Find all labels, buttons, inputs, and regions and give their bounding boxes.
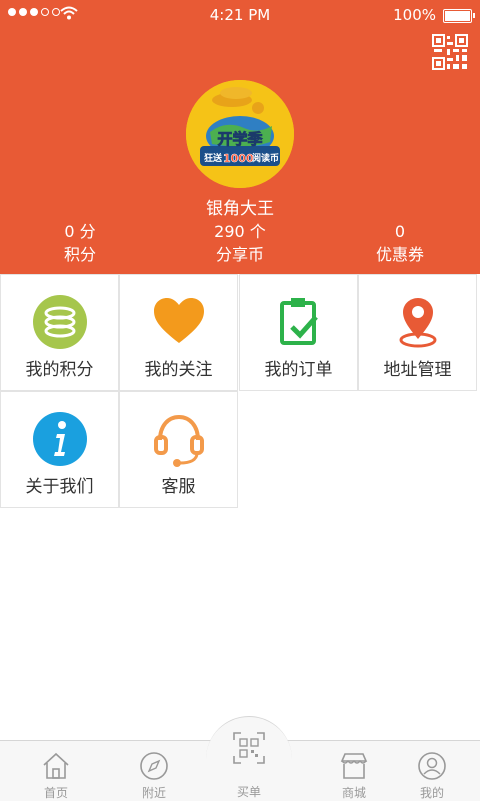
- tab-nearby[interactable]: 附近: [106, 741, 202, 801]
- headset-icon: [154, 414, 204, 467]
- menu-address-management[interactable]: 地址管理: [358, 274, 477, 391]
- tab-mine[interactable]: 我的: [384, 741, 480, 801]
- menu-address-management-label: 地址管理: [383, 360, 452, 380]
- location-pin-icon: [399, 298, 437, 348]
- stat-coupons[interactable]: 0 优惠券: [320, 220, 480, 266]
- avatar-text: 开学季: [217, 130, 262, 148]
- info-icon: [33, 412, 87, 466]
- tab-home[interactable]: 首页: [8, 741, 104, 801]
- username: 银角大王: [206, 199, 274, 219]
- user-icon: [418, 752, 446, 780]
- stat-share-coins[interactable]: 290 个 分享币: [160, 220, 320, 266]
- stat-points[interactable]: 0 分 积分: [0, 220, 160, 266]
- tab-pay[interactable]: 买单: [206, 716, 292, 799]
- menu-about-us-label: 关于我们: [25, 477, 94, 497]
- stat-share-coins-label: 分享币: [215, 245, 264, 264]
- clipboard-check-icon: [280, 298, 318, 345]
- avatar-subtext-num: 1000: [223, 152, 254, 165]
- stat-share-coins-value: 290 个: [214, 222, 266, 241]
- qr-code-icon[interactable]: [432, 34, 468, 70]
- stat-coupons-label: 优惠券: [375, 245, 424, 264]
- avatar[interactable]: 开学季 狂送 1000 阅读币: [186, 80, 294, 188]
- menu-customer-service[interactable]: 客服: [119, 391, 238, 508]
- menu-about-us[interactable]: 关于我们: [0, 391, 119, 508]
- tab-home-label: 首页: [43, 786, 68, 800]
- menu-my-follows[interactable]: 我的关注: [119, 274, 238, 391]
- menu-my-follows-label: 我的关注: [144, 360, 213, 380]
- home-icon: [43, 752, 69, 779]
- battery-percent: 100%: [393, 6, 436, 24]
- tab-pay-label: 买单: [236, 785, 261, 799]
- heart-icon: [154, 298, 204, 343]
- compass-icon: [140, 752, 168, 780]
- stat-points-value: 0 分: [64, 222, 96, 241]
- shop-icon: [340, 753, 368, 779]
- tab-mine-label: 我的: [419, 786, 444, 800]
- menu-customer-service-label: 客服: [161, 477, 196, 497]
- stat-coupons-value: 0: [394, 222, 406, 241]
- menu-my-points[interactable]: 我的积分: [0, 274, 119, 391]
- profile-header: 4:21 PM 100% 开学季 狂送 1000 阅读币 银角大王 0 分 积分…: [0, 0, 480, 274]
- battery-icon: [443, 9, 472, 23]
- stat-points-label: 积分: [63, 245, 96, 264]
- avatar-subtext-a: 狂送: [204, 152, 223, 164]
- menu-my-orders-label: 我的订单: [264, 360, 333, 380]
- avatar-subtext-b: 阅读币: [252, 152, 279, 164]
- menu-my-orders[interactable]: 我的订单: [239, 274, 358, 391]
- coins-icon: [33, 295, 87, 349]
- status-bar: 4:21 PM 100%: [0, 0, 480, 30]
- tab-nearby-label: 附近: [141, 786, 166, 800]
- scan-icon: [233, 732, 265, 764]
- menu-my-points-label: 我的积分: [25, 360, 94, 380]
